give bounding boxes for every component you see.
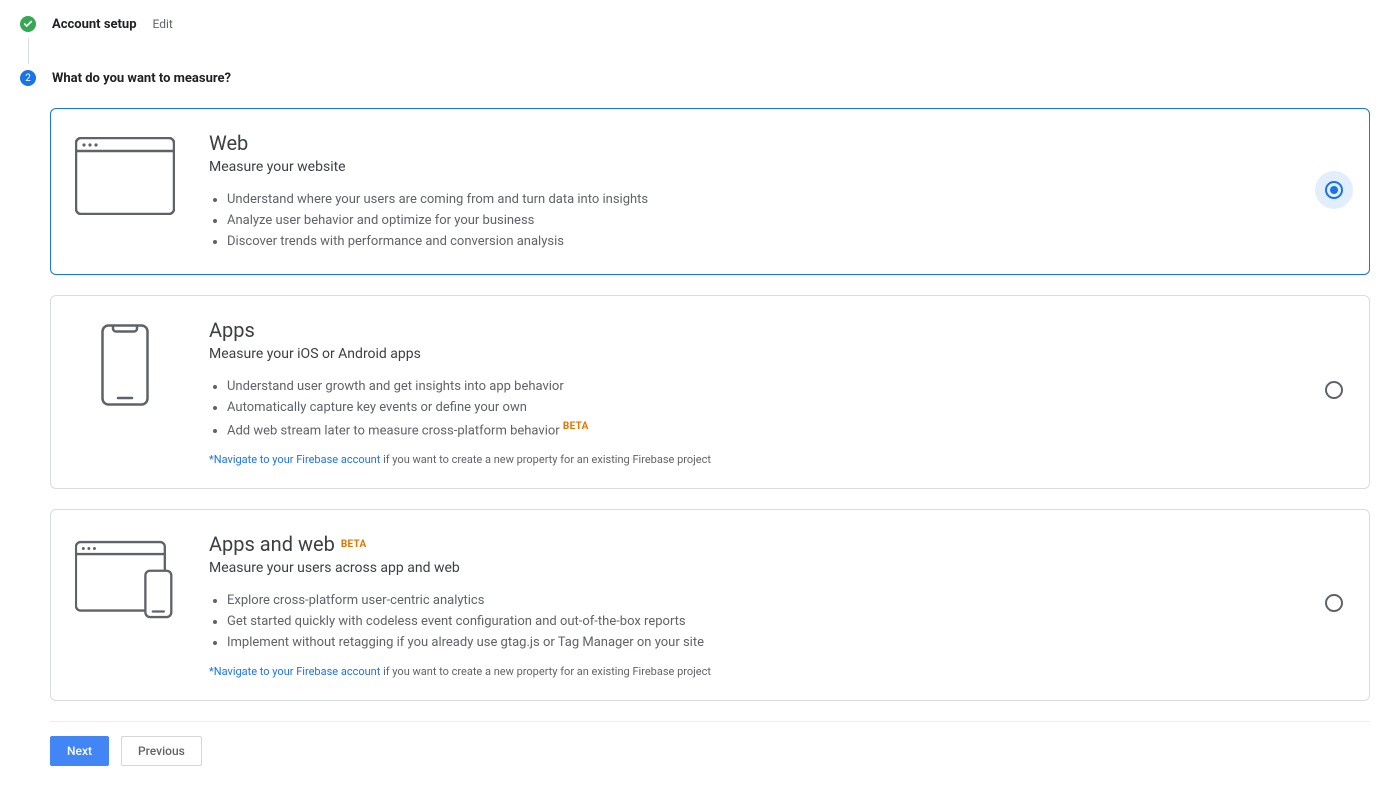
option-bullet: Analyze user behavior and optimize for y… [227,210,1285,231]
radio-web[interactable] [1325,181,1343,203]
options-content: Web Measure your website Understand wher… [0,108,1400,766]
option-bullet: Explore cross-platform user-centric anal… [227,590,1285,611]
check-icon [20,16,36,32]
option-bullet: Automatically capture key events or defi… [227,397,1285,418]
option-title: Apps and web BETA [209,532,1285,556]
footnote-apps: *Navigate to your Firebase account if yo… [209,453,1285,466]
option-bullet: Implement without retagging if you alrea… [227,632,1285,653]
step-title-account-setup: Account setup [52,17,137,32]
radio-icon [1325,181,1343,199]
footnote-apps-web: *Navigate to your Firebase account if yo… [209,665,1285,678]
option-bullet: Understand user growth and get insights … [227,376,1285,397]
option-bullet: Add web stream later to measure cross-pl… [227,418,1285,441]
option-title: Web [209,131,1285,155]
step-connector [28,38,29,64]
footnote-link[interactable]: *Navigate to your Firebase account [209,453,380,466]
option-subtitle: Measure your iOS or Android apps [209,346,1285,362]
browser-plus-phone-icon [75,532,175,622]
step-number-badge: 2 [20,70,36,86]
option-text-apps: Apps Measure your iOS or Android apps Un… [209,318,1345,466]
radio-apps-web[interactable] [1325,594,1343,616]
option-bullet: Get started quickly with codeless event … [227,611,1285,632]
radio-apps[interactable] [1325,381,1343,403]
step-row-account-setup: Account setup Edit [0,10,1400,38]
option-bullets: Understand where your users are coming f… [209,189,1285,252]
option-subtitle: Measure your website [209,159,1285,175]
beta-badge: BETA [563,421,589,432]
option-bullet: Discover trends with performance and con… [227,231,1285,252]
option-bullets: Explore cross-platform user-centric anal… [209,590,1285,653]
option-title: Apps [209,318,1285,342]
wizard-footer: Next Previous [50,721,1370,766]
step-row-measure: 2 What do you want to measure? [0,64,1400,92]
wizard: Account setup Edit 2 What do you want to… [0,0,1400,786]
option-bullets: Understand user growth and get insights … [209,376,1285,441]
option-text-apps-web: Apps and web BETA Measure your users acr… [209,532,1345,678]
next-button[interactable]: Next [50,736,109,766]
option-card-apps-web[interactable]: Apps and web BETA Measure your users acr… [50,509,1370,701]
beta-badge: BETA [341,539,367,550]
phone-icon [75,318,175,406]
radio-icon [1325,594,1343,612]
option-text-web: Web Measure your website Understand wher… [209,131,1345,252]
option-card-web[interactable]: Web Measure your website Understand wher… [50,108,1370,275]
option-bullet: Understand where your users are coming f… [227,189,1285,210]
radio-icon [1325,381,1343,399]
step-title-measure: What do you want to measure? [52,71,231,86]
footnote-link[interactable]: *Navigate to your Firebase account [209,665,380,678]
option-subtitle: Measure your users across app and web [209,560,1285,576]
edit-link[interactable]: Edit [153,17,173,31]
browser-window-icon [75,131,175,215]
previous-button[interactable]: Previous [121,736,202,766]
option-card-apps[interactable]: Apps Measure your iOS or Android apps Un… [50,295,1370,489]
